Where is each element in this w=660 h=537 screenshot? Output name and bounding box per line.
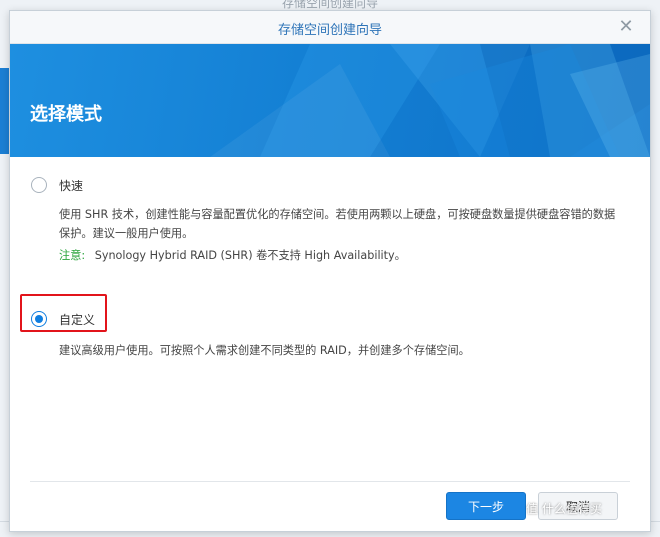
custom-mode-radio[interactable] [31,311,47,327]
custom-mode-label[interactable]: 自定义 [59,311,95,328]
watermark-text: 值 什么值得买 [526,502,602,516]
note-label: 注意: [59,249,86,262]
quick-mode-radio[interactable] [31,177,47,193]
wizard-banner: 选择模式 [10,44,650,157]
quick-mode-description: 使用 SHR 技术，创建性能与容量配置优化的存储空间。若使用两颗以上硬盘，可按硬… [59,208,616,240]
background-sidebar-edge [0,68,9,154]
custom-mode-description: 建议高级用户使用。可按照个人需求创建不同类型的 RAID，并创建多个存储空间。 [59,344,470,357]
dialog-titlebar[interactable]: 存储空间创建向导 ✕ [10,11,650,44]
page-title: 选择模式 [30,104,102,125]
banner-pattern [210,44,650,157]
footer-divider [30,481,630,482]
quick-mode-label[interactable]: 快速 [59,177,83,194]
quick-mode-note: 注意: Synology Hybrid RAID (SHR) 卷不支持 High… [59,247,406,263]
watermark: 值 什么值得买 [526,500,602,517]
next-button[interactable]: 下一步 [446,492,526,520]
dialog-title: 存储空间创建向导 [277,23,382,38]
note-text: Synology Hybrid RAID (SHR) 卷不支持 High Ava… [94,249,406,262]
close-icon[interactable]: ✕ [616,17,636,37]
storage-wizard-dialog: 存储空间创建向导 ✕ 选择模式 快速 使用 SHR 技术，创建性能与容量配置优化… [9,10,651,532]
